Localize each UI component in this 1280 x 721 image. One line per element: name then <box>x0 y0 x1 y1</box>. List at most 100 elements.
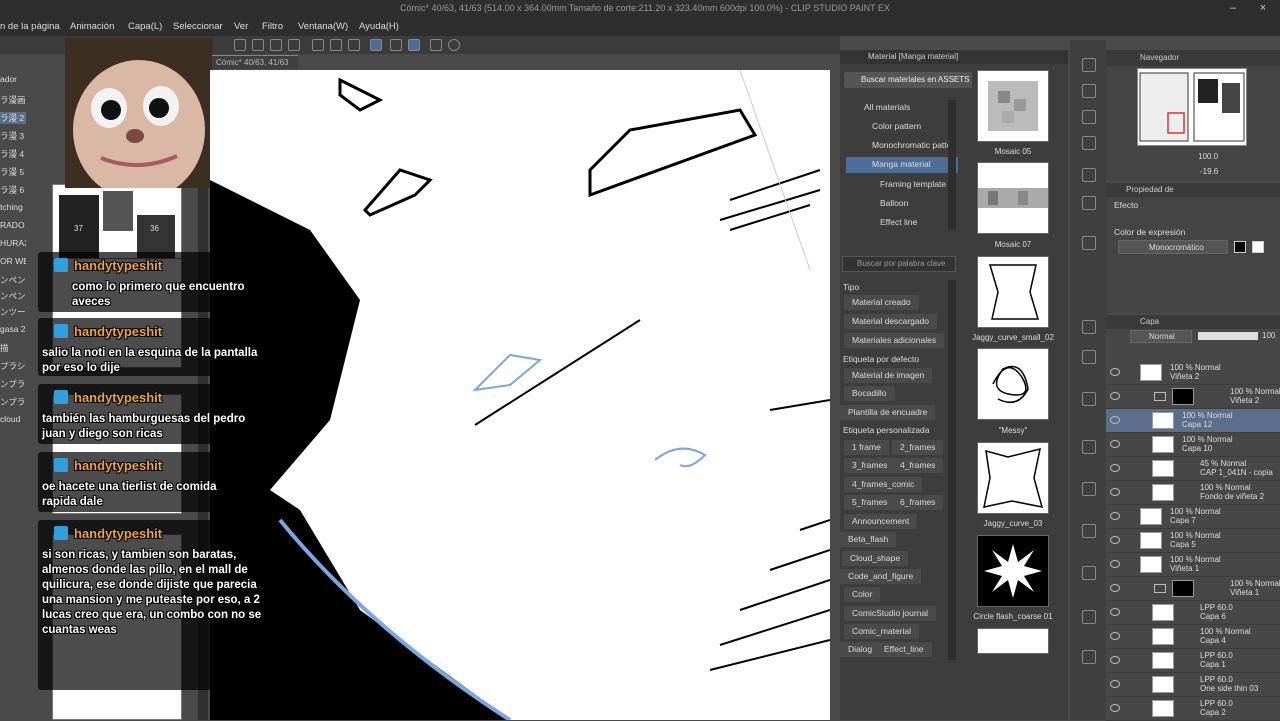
layer-row[interactable]: 100 % Normal Capa 5 <box>1106 529 1280 553</box>
eye-icon[interactable] <box>1110 632 1120 640</box>
material-thumb-mosaic-05[interactable] <box>977 70 1049 142</box>
layer-row[interactable]: 100 % Normal Capa 7 <box>1106 505 1280 529</box>
eye-icon[interactable] <box>1110 488 1120 496</box>
tree-item-monochromatic[interactable]: Monochromatic patte <box>872 140 951 150</box>
layer-row[interactable]: 45 % Normal CAP 1_041N - copia <box>1106 457 1280 481</box>
panel-toggle-icon[interactable] <box>1082 110 1096 124</box>
material-thumb-jaggy-03[interactable] <box>977 442 1049 514</box>
eye-icon[interactable] <box>1110 680 1120 688</box>
tag-item[interactable]: ComicStudio journal <box>844 606 937 621</box>
eye-icon[interactable] <box>1110 584 1120 592</box>
tag-item[interactable]: Material descargado <box>844 314 938 329</box>
snap-icon[interactable] <box>330 39 342 51</box>
main-color-swatch[interactable] <box>1234 241 1246 253</box>
layer-row[interactable]: 100 % Normal Viñeta 1 <box>1106 577 1280 601</box>
opacity-slider[interactable] <box>1198 332 1258 340</box>
tree-item-framing-template[interactable]: Framing template <box>880 179 946 189</box>
tree-item-color-pattern[interactable]: Color pattern <box>872 121 921 131</box>
menu-help[interactable]: Ayuda(H) <box>359 21 399 32</box>
drawing-canvas[interactable] <box>210 70 830 720</box>
material-thumb-mosaic-07[interactable] <box>977 162 1049 234</box>
blend-mode-select[interactable]: Normal <box>1130 330 1192 343</box>
material-thumb-next[interactable] <box>977 628 1049 654</box>
layer-row[interactable]: 100 % Normal Capa 10 <box>1106 433 1280 457</box>
help-icon[interactable] <box>448 39 460 51</box>
grid-icon[interactable] <box>234 39 246 51</box>
left-label[interactable]: ラ漫 5 <box>0 166 26 178</box>
left-label[interactable]: OR WE <box>0 256 26 266</box>
panel-toggle-icon[interactable] <box>1082 440 1096 454</box>
tag-item[interactable]: Bocadillo <box>844 386 895 401</box>
tree-item-balloon[interactable]: Balloon <box>880 198 908 208</box>
navigator-preview[interactable] <box>1137 68 1247 146</box>
menu-filter[interactable]: Filtro <box>262 21 283 32</box>
color-expression-select[interactable]: Monocromático <box>1118 240 1228 254</box>
left-label[interactable]: ラ漫 6 <box>0 184 26 196</box>
layer-row[interactable]: 100 % Normal Fondo de viñeta 2 <box>1106 481 1280 505</box>
layer-row[interactable]: 100 % Normal Viñeta 2 <box>1106 385 1280 409</box>
left-label[interactable]: ンプラシ <box>0 378 26 390</box>
pen-icon[interactable] <box>370 39 382 51</box>
tag-item[interactable]: Beta_flash <box>840 532 897 547</box>
scrollbar[interactable] <box>948 100 956 230</box>
settings-icon[interactable] <box>430 39 442 51</box>
tag-item[interactable]: Code_and_figure <box>840 569 922 584</box>
tag-item[interactable]: Materiales adicionales <box>844 333 945 348</box>
tag-item[interactable]: Dialog <box>840 642 881 657</box>
layer-row[interactable]: LPP 60.0 Capa 2 <box>1106 697 1280 721</box>
fill-icon[interactable] <box>270 39 282 51</box>
panel-toggle-icon[interactable] <box>1082 196 1096 210</box>
left-label[interactable]: tching <box>0 202 26 212</box>
left-label[interactable]: ンペン <box>0 274 26 286</box>
transform-icon[interactable] <box>252 39 264 51</box>
zoom-value[interactable]: 100.0 <box>1198 152 1218 161</box>
tab-canvas[interactable]: Cómic* 40/63, 41/63 <box>212 55 298 69</box>
close-icon[interactable]: × <box>1256 2 1270 15</box>
eye-icon[interactable] <box>1110 656 1120 664</box>
menu-view[interactable]: Ver <box>234 21 248 32</box>
panel-toggle-icon[interactable] <box>1082 524 1096 538</box>
panel-toggle-icon[interactable] <box>1082 168 1096 182</box>
search-assets-button[interactable]: Buscar materiales en ASSETS <box>844 72 972 88</box>
left-label[interactable]: ラ漫画 <box>0 94 26 106</box>
scrollbar[interactable] <box>948 280 956 660</box>
left-label[interactable]: 描 <box>0 342 26 354</box>
tag-item[interactable]: 4_frames <box>892 458 944 473</box>
left-label[interactable]: ラ漫 4 <box>0 148 26 160</box>
panel-toggle-icon[interactable] <box>1082 320 1096 334</box>
tag-item[interactable]: Plantilla de encuadre <box>840 405 936 420</box>
opacity-value[interactable]: 100 <box>1262 331 1275 340</box>
left-label[interactable]: ンペン <box>0 290 26 302</box>
material-thumb-messy[interactable] <box>977 348 1049 420</box>
layer-row[interactable]: LPP 60.0 Capa 1 <box>1106 649 1280 673</box>
tree-item-all-materials[interactable]: All materials <box>864 102 910 112</box>
tag-item[interactable]: Cloud_shape <box>842 551 909 566</box>
menu-select[interactable]: Seleccionar <box>173 21 223 32</box>
layer-row[interactable]: 100 % Normal Capa 12 <box>1106 409 1280 433</box>
pencil-icon[interactable] <box>390 39 402 51</box>
eye-icon[interactable] <box>1110 464 1120 472</box>
layer-row[interactable]: 100 % Normal Viñeta 1 <box>1106 553 1280 577</box>
tag-item[interactable]: Announcement <box>844 514 918 529</box>
eye-icon[interactable] <box>1110 416 1120 424</box>
rotation-value[interactable]: -19.6 <box>1200 167 1218 176</box>
eye-icon[interactable] <box>1110 608 1120 616</box>
material-thumb-circle-flash[interactable] <box>977 535 1049 607</box>
clear-icon[interactable] <box>312 39 324 51</box>
keyword-search-input[interactable]: Buscar por palabra clave <box>842 256 956 272</box>
crop-icon[interactable] <box>288 39 300 51</box>
tag-item[interactable]: 2_frames <box>892 440 944 455</box>
left-label[interactable]: プラシ <box>0 360 26 372</box>
eye-icon[interactable] <box>1110 440 1120 448</box>
menu-layer[interactable]: Capa(L) <box>128 21 162 32</box>
tag-item[interactable]: Color <box>844 587 881 602</box>
minimize-icon[interactable]: – <box>1226 2 1240 15</box>
sub-color-swatch[interactable] <box>1252 241 1264 253</box>
left-label[interactable]: ンプラシ <box>0 396 26 408</box>
left-label[interactable]: RADO <box>0 220 26 230</box>
left-label[interactable]: HURA2 <box>0 238 26 248</box>
left-label[interactable]: ラ漫 2 <box>0 112 26 124</box>
tag-item[interactable]: Material de imagen <box>844 368 933 383</box>
panel-toggle-icon[interactable] <box>1082 236 1096 250</box>
tag-item[interactable]: 5_frames <box>844 495 896 510</box>
